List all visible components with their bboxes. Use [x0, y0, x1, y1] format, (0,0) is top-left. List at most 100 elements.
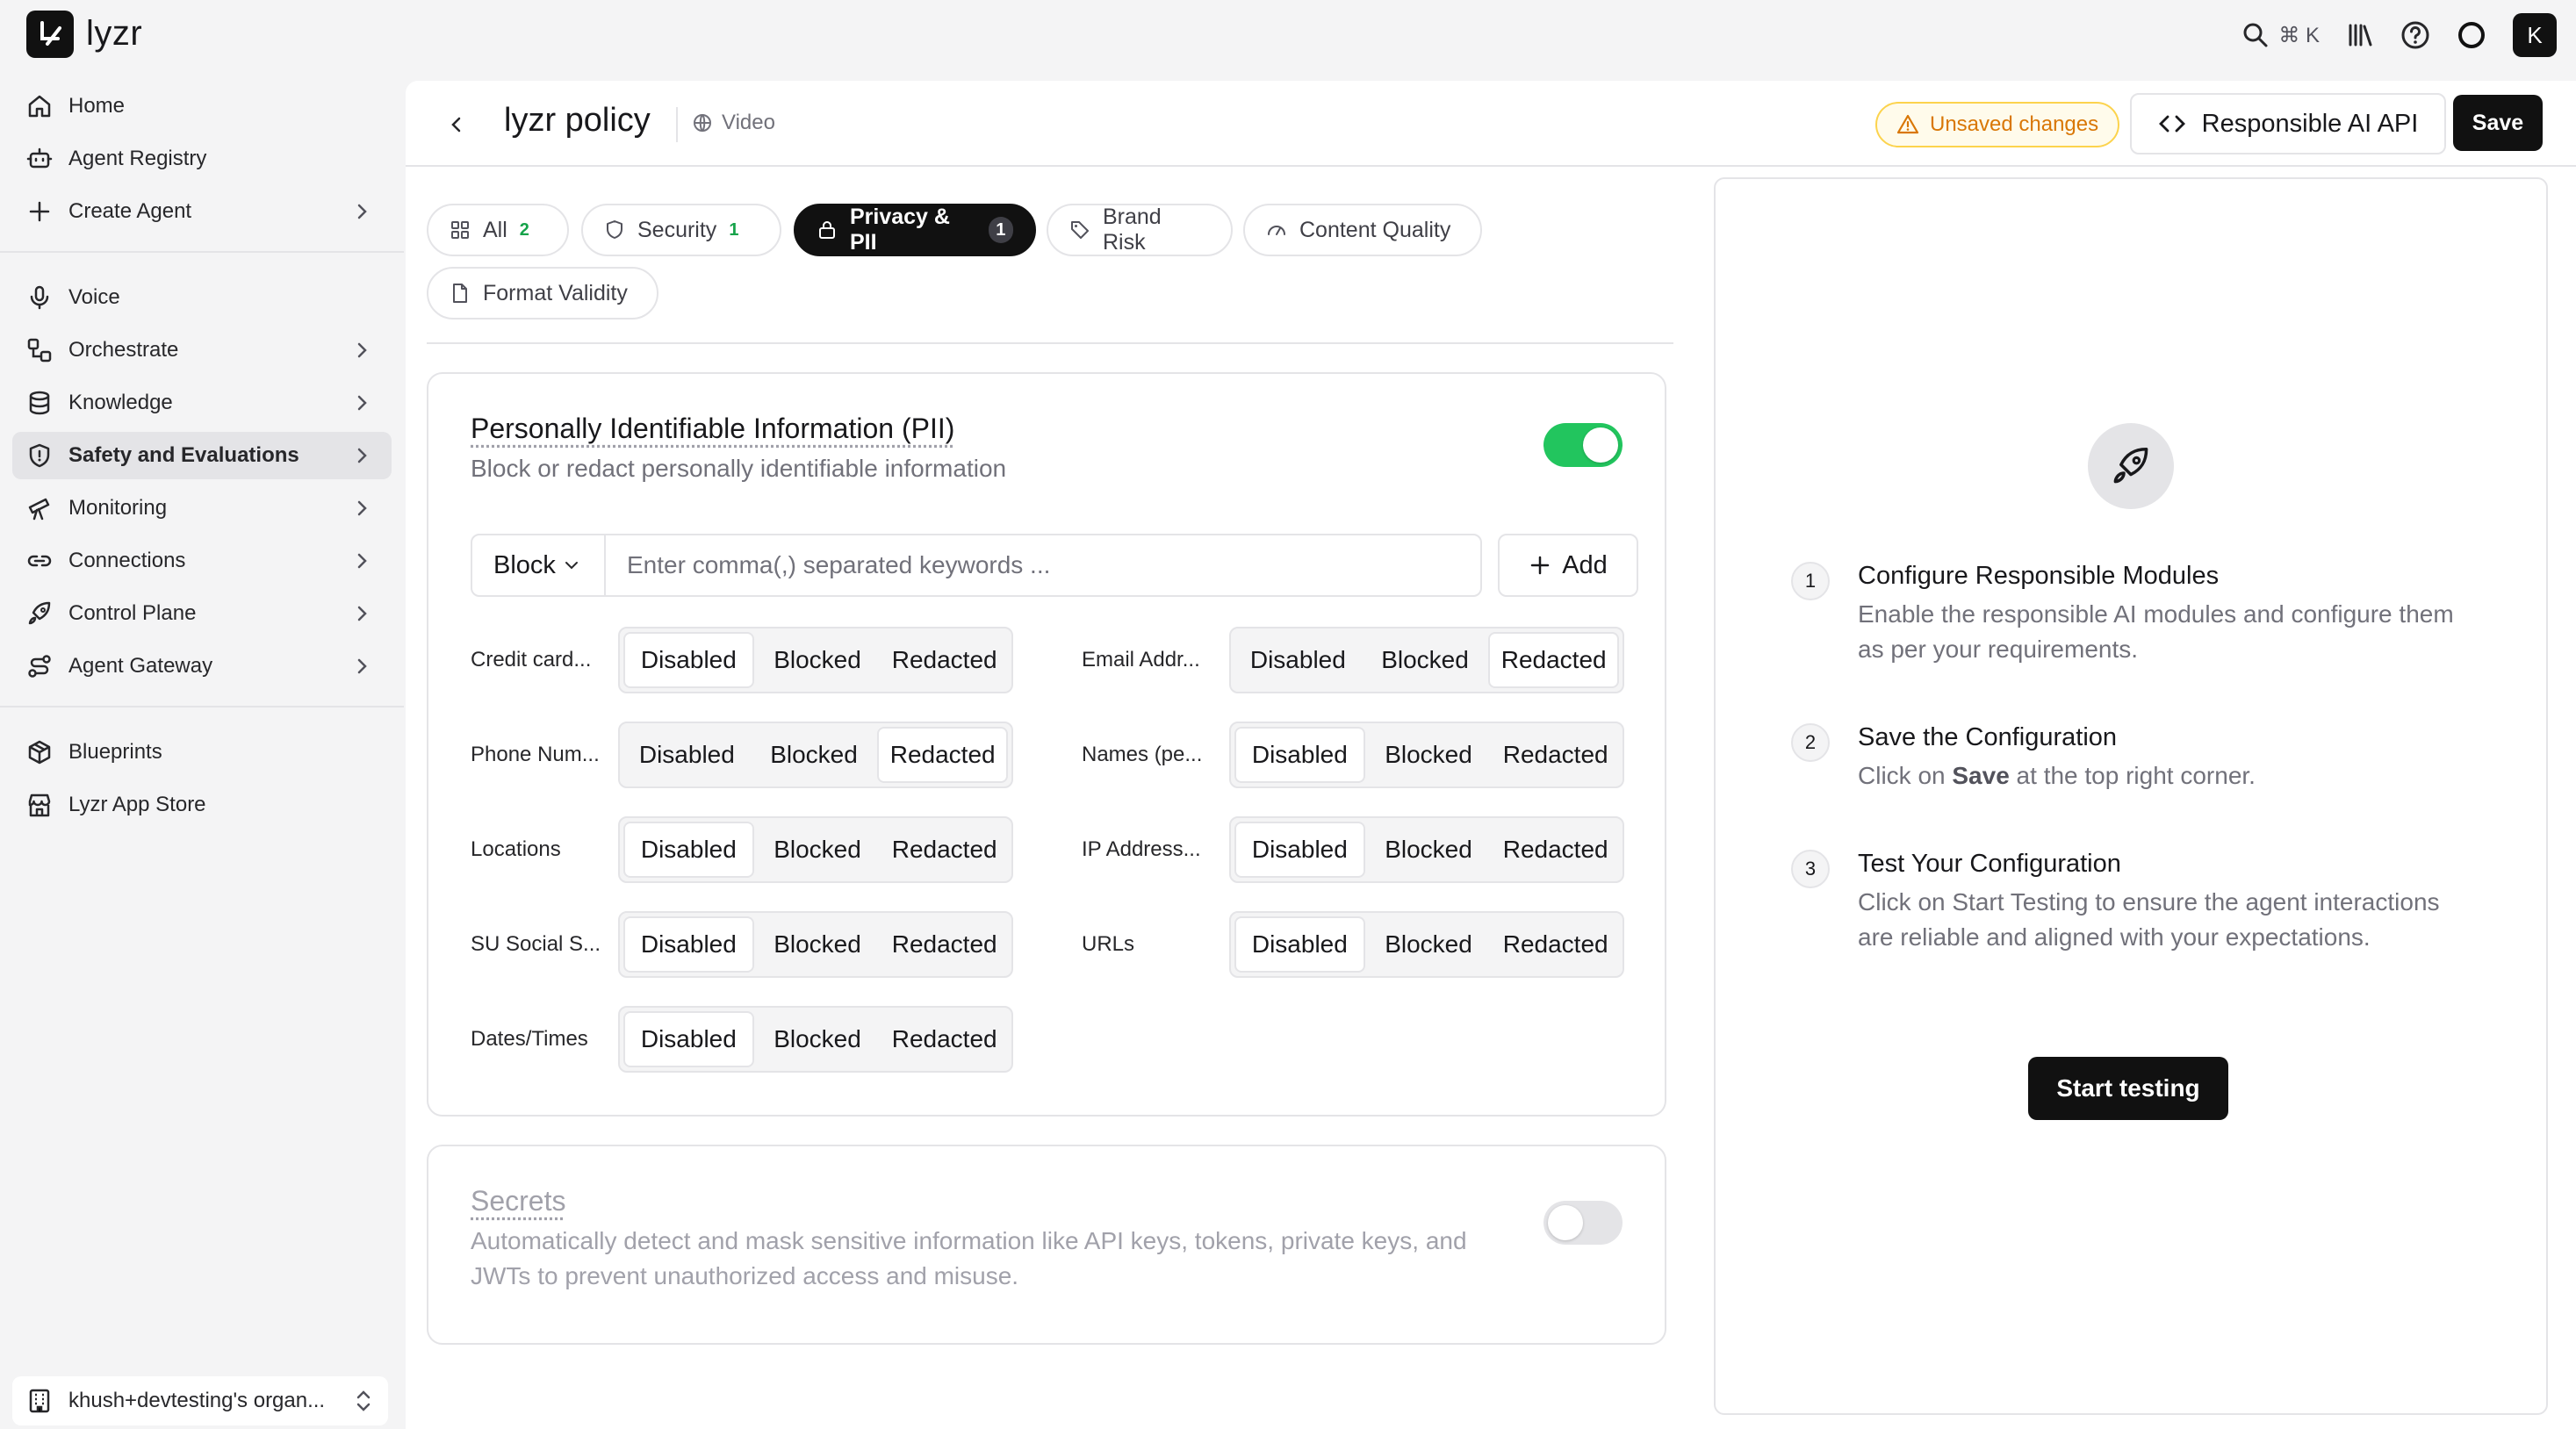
- sidebar-item-monitoring[interactable]: Monitoring: [12, 485, 392, 532]
- option-blocked[interactable]: Blocked: [1362, 632, 1489, 688]
- pii-card-description: Block or redact personally identifiable …: [471, 455, 1007, 482]
- option-disabled[interactable]: Disabled: [623, 822, 754, 878]
- sidebar-item-lyzr-app-store[interactable]: Lyzr App Store: [12, 781, 392, 829]
- sidebar-item-home[interactable]: Home: [12, 83, 392, 130]
- option-redacted[interactable]: Redacted: [1492, 916, 1619, 973]
- option-redacted[interactable]: Redacted: [877, 727, 1009, 783]
- option-redacted[interactable]: Redacted: [1488, 632, 1620, 688]
- pii-entity-label: IP Address...: [1082, 837, 1201, 861]
- option-redacted[interactable]: Redacted: [881, 632, 1008, 688]
- sidebar-item-voice[interactable]: Voice: [12, 274, 392, 321]
- pii-action-segmented-control: Disabled Blocked Redacted: [618, 1006, 1013, 1073]
- start-testing-button[interactable]: Start testing: [2028, 1057, 2228, 1120]
- action-select[interactable]: Block: [471, 534, 606, 597]
- pii-action-segmented-control: Disabled Blocked Redacted: [1229, 722, 1624, 788]
- chevron-right-icon: [351, 603, 372, 624]
- globe-icon: [692, 112, 713, 133]
- option-redacted[interactable]: Redacted: [881, 822, 1008, 878]
- sidebar-item-agent-gateway[interactable]: Agent Gateway: [12, 643, 392, 690]
- pii-entity-label: Phone Num...: [471, 743, 600, 766]
- back-chevron-icon[interactable]: [444, 112, 469, 137]
- organization-switcher[interactable]: khush+devtesting's organ...: [12, 1376, 388, 1425]
- tab-content-quality[interactable]: Content Quality: [1243, 204, 1482, 256]
- tab-format-validity[interactable]: Format Validity: [427, 267, 658, 320]
- option-disabled[interactable]: Disabled: [1234, 632, 1362, 688]
- sidebar-divider: [0, 706, 404, 707]
- pii-card: Personally Identifiable Information (PII…: [427, 372, 1666, 1117]
- option-redacted[interactable]: Redacted: [1492, 822, 1619, 878]
- chevron-right-icon: [351, 656, 372, 677]
- sidebar-item-create-agent[interactable]: Create Agent: [12, 188, 392, 235]
- global-search-button[interactable]: ⌘ K: [2241, 21, 2320, 49]
- help-icon[interactable]: [2400, 20, 2430, 50]
- option-blocked[interactable]: Blocked: [1365, 822, 1493, 878]
- brand-name: lyzr: [86, 14, 143, 53]
- option-disabled[interactable]: Disabled: [623, 1011, 754, 1067]
- keywords-input[interactable]: [604, 534, 1482, 597]
- option-disabled[interactable]: Disabled: [1234, 727, 1365, 783]
- tab-count: 2: [519, 219, 529, 240]
- sidebar-item-label: Orchestrate: [68, 338, 179, 362]
- tag-icon: [1069, 219, 1090, 241]
- option-redacted[interactable]: Redacted: [881, 1011, 1008, 1067]
- sidebar-item-connections[interactable]: Connections: [12, 537, 392, 585]
- chevron-right-icon: [351, 201, 372, 222]
- option-disabled[interactable]: Disabled: [623, 727, 751, 783]
- option-blocked[interactable]: Blocked: [751, 727, 878, 783]
- add-button-label: Add: [1562, 550, 1608, 579]
- library-icon[interactable]: [2346, 21, 2374, 49]
- tab-security[interactable]: Security 1: [581, 204, 781, 256]
- option-blocked[interactable]: Blocked: [754, 1011, 881, 1067]
- save-button[interactable]: Save: [2453, 95, 2543, 151]
- tab-all[interactable]: All 2: [427, 204, 569, 256]
- workflow-icon: [26, 337, 53, 363]
- sidebar-item-knowledge[interactable]: Knowledge: [12, 379, 392, 427]
- add-keyword-button[interactable]: Add: [1498, 534, 1638, 597]
- secrets-toggle[interactable]: [1543, 1201, 1623, 1245]
- option-blocked[interactable]: Blocked: [1365, 916, 1493, 973]
- sidebar-item-control-plane[interactable]: Control Plane: [12, 590, 392, 637]
- option-blocked[interactable]: Blocked: [754, 822, 881, 878]
- home-icon: [26, 93, 53, 119]
- chevron-right-icon: [351, 392, 372, 413]
- secrets-card-title: Secrets: [471, 1185, 566, 1217]
- pii-card-title: Personally Identifiable Information (PII…: [471, 413, 955, 444]
- sidebar-item-safety-and-evaluations[interactable]: Safety and Evaluations: [12, 432, 392, 479]
- pii-toggle[interactable]: [1543, 423, 1623, 467]
- user-avatar[interactable]: K: [2513, 13, 2557, 57]
- step-desc-bold: Save: [1952, 762, 2010, 789]
- option-disabled[interactable]: Disabled: [623, 632, 754, 688]
- sidebar-item-label: Monitoring: [68, 496, 168, 520]
- policy-type-tag: Video: [692, 111, 775, 135]
- option-blocked[interactable]: Blocked: [754, 632, 881, 688]
- theme-toggle-icon[interactable]: [2457, 20, 2486, 50]
- tab-privacy-pii[interactable]: Privacy & PII 1: [794, 204, 1036, 256]
- database-icon: [26, 390, 53, 416]
- step-description: Click on Save at the top right corner.: [1858, 758, 2472, 793]
- grid-icon: [450, 219, 471, 241]
- route-icon: [26, 653, 53, 679]
- tab-brand-risk[interactable]: Brand Risk: [1047, 204, 1233, 256]
- option-blocked[interactable]: Blocked: [1365, 727, 1493, 783]
- top-bar: lyzr ⌘ K K: [0, 0, 2576, 70]
- step-description: Click on Start Testing to ensure the age…: [1858, 888, 2440, 951]
- option-disabled[interactable]: Disabled: [1234, 822, 1365, 878]
- option-redacted[interactable]: Redacted: [1492, 727, 1619, 783]
- pii-entity-label: Email Addr...: [1082, 648, 1200, 671]
- option-disabled[interactable]: Disabled: [623, 916, 754, 973]
- package-icon: [26, 739, 53, 765]
- store-icon: [26, 792, 53, 818]
- sidebar-item-label: Knowledge: [68, 391, 173, 414]
- option-blocked[interactable]: Blocked: [754, 916, 881, 973]
- telescope-icon: [26, 495, 53, 521]
- chevrons-up-down-icon: [351, 1389, 376, 1413]
- sidebar-item-orchestrate[interactable]: Orchestrate: [12, 327, 392, 374]
- pii-action-segmented-control: Disabled Blocked Redacted: [1229, 911, 1624, 978]
- option-redacted[interactable]: Redacted: [881, 916, 1008, 973]
- sidebar-item-agent-registry[interactable]: Agent Registry: [12, 135, 392, 183]
- lyzr-logo-icon[interactable]: [26, 11, 74, 58]
- option-disabled[interactable]: Disabled: [1234, 916, 1365, 973]
- bot-icon: [26, 146, 53, 172]
- responsible-ai-api-button[interactable]: Responsible AI API: [2130, 93, 2446, 154]
- sidebar-item-blueprints[interactable]: Blueprints: [12, 729, 392, 776]
